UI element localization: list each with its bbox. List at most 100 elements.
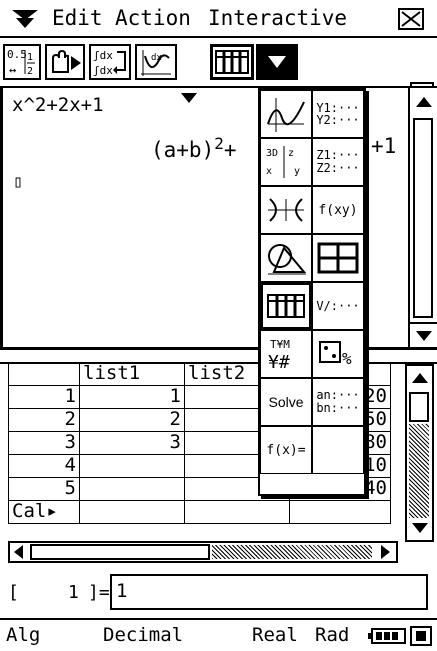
status-number-format[interactable]: Decimal <box>103 624 183 646</box>
y-equals-icon[interactable]: Y1:··· Y2:··· <box>312 90 364 138</box>
integral-icon[interactable]: ʃdx ʃdx <box>89 44 131 80</box>
scroll-left-icon[interactable] <box>10 543 28 561</box>
scroll-up-icon[interactable] <box>407 366 432 390</box>
svg-text:dx: dx <box>151 53 162 63</box>
main-work-area[interactable]: x^2+2x+1 (a+b)2+ +1 ▯ <box>0 88 437 350</box>
menu-interactive[interactable]: Interactive <box>208 3 347 33</box>
expression-exponent: 2 <box>214 134 224 153</box>
row-index: 4 <box>8 454 80 478</box>
main-scrollbar[interactable] <box>408 88 437 347</box>
status-complex[interactable]: Real <box>252 624 298 646</box>
svg-text:%: % <box>342 349 352 368</box>
row-index: 1 <box>8 385 80 409</box>
sequence-icon[interactable]: Z1:··· Z2:··· <box>312 138 364 186</box>
hscroll-track[interactable] <box>212 545 372 559</box>
close-icon[interactable] <box>398 8 424 30</box>
column-header-list1[interactable]: list1 <box>79 362 185 386</box>
app-palette-popup: Y1:··· Y2:··· 3D z x y Z1:··· Z2:··· f(xy) … <box>258 88 366 496</box>
sheet-hscrollbar[interactable] <box>8 541 398 563</box>
dropdown-arrow-icon[interactable] <box>256 44 298 80</box>
spreadsheet-icon[interactable] <box>260 282 312 330</box>
expression-line-2[interactable]: (a+b)2+ <box>151 134 237 162</box>
menu-bar: Edit Action Interactive <box>0 0 437 38</box>
table-cell[interactable]: 1 <box>79 385 185 409</box>
table-icon[interactable] <box>312 234 364 282</box>
battery-icon <box>367 626 407 646</box>
fraction-decimal-icon[interactable]: 0.5 1 2 ↔ <box>3 44 41 80</box>
cell-ref-prefix: [ <box>8 582 19 603</box>
svg-text:0.5: 0.5 <box>7 48 27 61</box>
expression-tail: +1 <box>371 134 397 158</box>
table-cell[interactable]: 3 <box>79 431 185 455</box>
hand-run-icon[interactable] <box>45 44 85 80</box>
hscroll-thumb[interactable] <box>30 544 210 560</box>
scroll-right-icon[interactable] <box>376 543 394 561</box>
expression-line-1[interactable]: x^2+2x+1 <box>12 94 104 116</box>
solve-button[interactable]: Solve <box>260 378 312 426</box>
row-index: 5 <box>8 477 80 501</box>
menu-edit[interactable]: Edit <box>52 3 103 33</box>
scroll-thumb[interactable] <box>413 118 433 318</box>
scroll-thumb[interactable] <box>409 392 429 422</box>
svg-text:z: z <box>288 148 294 159</box>
svg-text:3D: 3D <box>266 148 278 159</box>
fxy-icon[interactable]: f(xy) <box>312 186 364 234</box>
cell-input-line: [ 1 ]= 1 <box>0 568 437 616</box>
geometry-icon[interactable] <box>260 234 312 282</box>
financial-icon[interactable]: T¥M ¥# <box>260 330 312 378</box>
menu-action[interactable]: Action <box>115 3 191 33</box>
table-cell[interactable] <box>79 477 185 501</box>
probability-icon[interactable]: % <box>312 330 364 378</box>
cell-ref-index: 1 <box>68 582 79 603</box>
table-cell[interactable] <box>289 500 391 524</box>
svg-text:ʃdx: ʃdx <box>93 64 113 77</box>
svg-text:y: y <box>294 166 300 177</box>
scroll-down-icon[interactable] <box>410 322 437 348</box>
spreadsheet-panel: list1 list2 1 1 20 2 2 2 50 3 3 2 80 4 5… <box>0 362 437 577</box>
table-header-cell <box>8 362 80 386</box>
scroll-up-icon[interactable] <box>410 90 437 114</box>
cell-value-input[interactable]: 1 <box>110 574 428 610</box>
stats-label: V/:··· <box>316 299 360 313</box>
stats-icon[interactable]: V/:··· <box>312 282 364 330</box>
row-index: 2 <box>8 408 80 432</box>
graph-icon[interactable]: dx <box>135 44 177 80</box>
menu-arrow-icon[interactable] <box>10 6 40 32</box>
calc-label[interactable]: Cal▸ <box>8 500 80 524</box>
svg-text:T¥M: T¥M <box>270 338 290 351</box>
cell-value-text: 1 <box>116 580 128 602</box>
expression-plus: + <box>223 138 237 162</box>
table-cell[interactable] <box>79 500 185 524</box>
3d-graph-icon[interactable]: 3D z x y <box>260 138 312 186</box>
svg-text:1: 1 <box>27 52 33 63</box>
function-define-icon[interactable]: f(x)= <box>260 426 312 474</box>
scroll-track[interactable] <box>409 424 429 518</box>
svg-text:¥#: ¥# <box>268 352 290 373</box>
cell-ref-suffix: ]= <box>88 582 110 603</box>
table-cell[interactable]: 2 <box>79 408 185 432</box>
empty-cell <box>312 426 364 474</box>
text-cursor: ▯ <box>13 172 24 192</box>
status-mode[interactable]: Alg <box>6 624 40 646</box>
y-equals-label-2: Y2:··· <box>316 113 360 127</box>
sequence-an-icon[interactable]: an:··· bn:··· <box>312 378 364 426</box>
table-cell[interactable] <box>79 454 185 478</box>
scroll-down-icon[interactable] <box>407 516 432 540</box>
graph-window-icon[interactable] <box>260 90 312 138</box>
svg-text:ʃdx: ʃdx <box>93 49 113 62</box>
spreadsheet-icon[interactable] <box>210 44 254 80</box>
bn-label: bn:··· <box>316 401 360 415</box>
svg-text:x: x <box>266 166 272 177</box>
calc-row: Cal▸ <box>8 500 391 524</box>
table-cell[interactable] <box>184 500 290 524</box>
expression-base: (a+b) <box>151 138 215 162</box>
keyboard-toggle-icon[interactable] <box>410 626 432 646</box>
svg-text:↔: ↔ <box>9 63 16 77</box>
sequence-label-2: Z2:··· <box>316 161 360 175</box>
sheet-scrollbar[interactable] <box>405 364 434 542</box>
status-angle[interactable]: Rad <box>315 624 349 646</box>
toolbar: 0.5 1 2 ↔ ʃdx ʃdx dx <box>0 38 437 118</box>
status-bar: Alg Decimal Real Rad <box>0 618 437 651</box>
svg-text:2: 2 <box>27 66 33 77</box>
conics-icon[interactable] <box>260 186 312 234</box>
